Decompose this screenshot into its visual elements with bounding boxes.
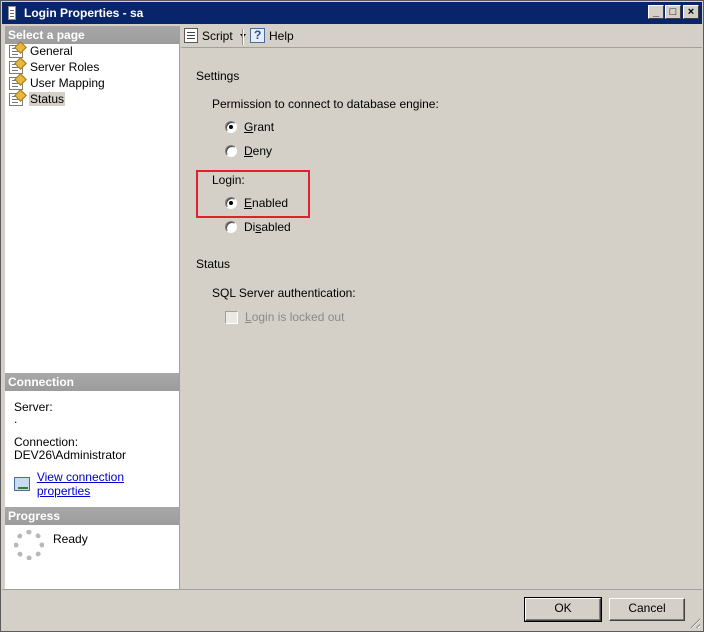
server-value: . <box>14 412 18 426</box>
page-icon <box>9 76 23 90</box>
page-icon <box>9 92 23 106</box>
page-icon <box>9 44 23 58</box>
page-label: Server Roles <box>30 60 100 74</box>
login-locked-out-checkbox[interactable]: Login is locked out <box>225 310 344 324</box>
page-item-user-mapping[interactable]: User Mapping <box>9 75 106 91</box>
login-label: Login: <box>212 173 245 187</box>
server-label: Server: <box>14 400 53 414</box>
grant-radio[interactable]: Grant <box>225 120 274 134</box>
help-button[interactable]: Help <box>250 28 294 43</box>
select-page-header: Select a page <box>5 26 179 44</box>
enabled-radio[interactable]: Enabled <box>225 196 288 210</box>
window-title: Login Properties - sa <box>24 6 144 20</box>
progress-header: Progress <box>5 507 179 525</box>
permission-label: Permission to connect to database engine… <box>212 97 439 111</box>
checkbox-icon <box>225 310 238 324</box>
settings-section-title: Settings <box>196 69 240 83</box>
page-label: General <box>30 44 73 58</box>
connection-value: DEV26\Administrator <box>14 448 127 462</box>
deny-radio[interactable]: Deny <box>225 144 272 158</box>
sql-auth-label: SQL Server authentication: <box>212 286 356 300</box>
connection-properties-icon <box>14 477 30 491</box>
script-label: Script <box>202 28 233 43</box>
connection-label: Connection: <box>14 435 79 449</box>
disabled-radio[interactable]: Disabled <box>225 220 291 234</box>
help-label: Help <box>269 28 294 43</box>
maximize-button[interactable]: □ <box>665 5 681 19</box>
page-label: User Mapping <box>30 76 105 90</box>
document-icon <box>8 6 16 20</box>
connection-header: Connection <box>5 373 179 391</box>
login-locked-out-label: Login is locked out <box>245 310 345 324</box>
enabled-label: Enabled <box>244 196 289 210</box>
left-panel: Select a page General Server Roles User … <box>5 26 180 589</box>
cancel-button[interactable]: Cancel <box>609 598 685 621</box>
view-connection-properties-label: View connection properties <box>36 470 124 498</box>
radio-checked-icon <box>225 197 237 209</box>
help-icon <box>250 28 265 43</box>
page-item-server-roles[interactable]: Server Roles <box>9 59 100 75</box>
page-icon <box>9 60 23 74</box>
title-bar[interactable]: Login Properties - sa _ □ × <box>2 2 702 24</box>
status-section-title: Status <box>196 257 231 271</box>
close-button[interactable]: × <box>683 5 699 19</box>
toolbar: Script Help <box>181 26 702 48</box>
resize-grip-icon[interactable] <box>688 616 700 628</box>
button-bar: OK Cancel <box>2 589 702 630</box>
deny-label: Deny <box>244 144 273 158</box>
radio-unchecked-icon <box>225 145 237 157</box>
page-item-status[interactable]: Status <box>9 91 66 107</box>
toolbar-separator <box>242 29 244 45</box>
radio-unchecked-icon <box>225 221 237 233</box>
grant-label: Grant <box>244 120 275 134</box>
progress-spinner-icon <box>14 530 44 560</box>
login-properties-dialog: Login Properties - sa _ □ × Select a pag… <box>0 0 704 632</box>
page-label: Status <box>29 92 66 106</box>
ok-button[interactable]: OK <box>524 597 602 622</box>
page-item-general[interactable]: General <box>9 43 74 59</box>
view-connection-properties-link[interactable]: View connection properties <box>14 470 179 498</box>
progress-status: Ready <box>53 532 88 546</box>
minimize-button[interactable]: _ <box>648 5 664 19</box>
status-page-content: Settings Permission to connect to databa… <box>181 49 702 589</box>
script-icon <box>184 28 198 43</box>
radio-checked-icon <box>225 121 237 133</box>
disabled-label: Disabled <box>244 220 291 234</box>
script-button[interactable]: Script <box>184 28 246 43</box>
